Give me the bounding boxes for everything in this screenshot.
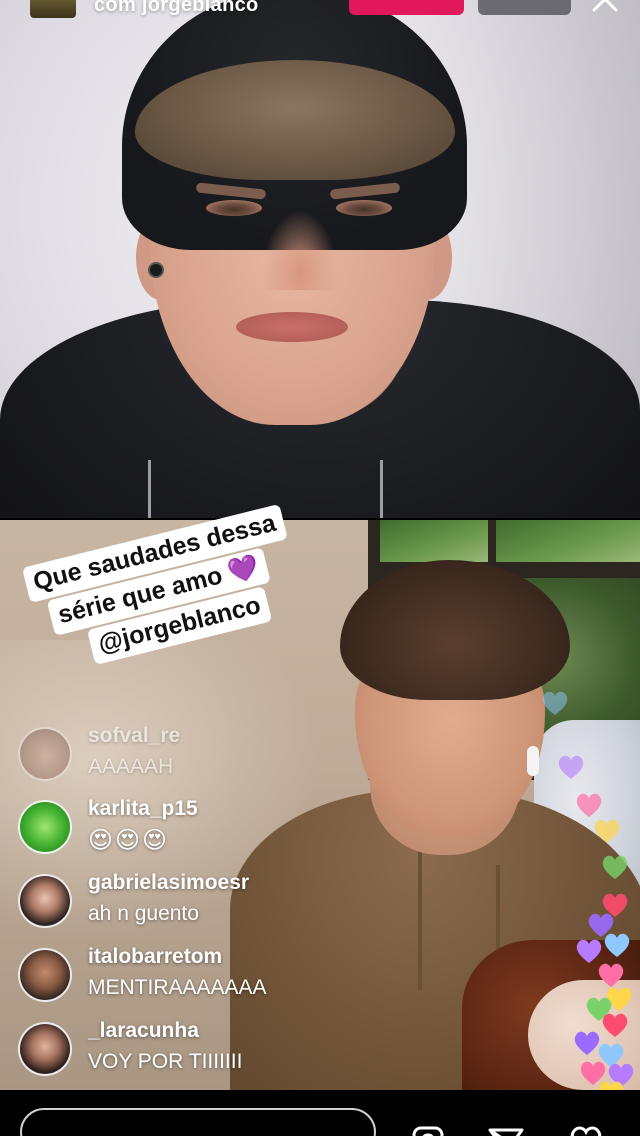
bottom-bar [0,1090,640,1136]
floating-heart-icon [558,755,584,779]
guest-video: com jorgeblanco [0,0,640,518]
comment-input[interactable] [20,1108,376,1136]
close-icon[interactable] [588,0,622,14]
avatar[interactable] [18,800,72,854]
list-item[interactable]: sofval_re AAAAAH [18,724,438,784]
window-pane [380,520,488,562]
mouth [236,312,348,342]
live-badge [349,0,464,15]
list-item[interactable]: _laracunha VOY POR TIIIIIII [18,1019,438,1079]
list-item[interactable]: gabrielasimoesr ah n guento [18,871,438,931]
comment-text: VOY POR TIIIIIII [88,1050,243,1073]
floating-heart-icon [604,933,630,957]
earbud [527,746,539,776]
comment-text: AAAAAH [88,755,174,778]
live-with-username[interactable]: com jorgeblanco [94,0,259,17]
comment-username[interactable]: karlita_p15 [88,797,198,821]
heart-icon[interactable] [566,1122,606,1136]
comment-text: MENTIRAAAAAAA [88,976,267,999]
viewer-count-badge[interactable] [478,0,571,15]
window-pane [496,520,640,562]
nose [262,210,338,290]
paper-plane-icon[interactable] [486,1122,526,1136]
hoodie-drawstring [380,460,383,518]
comment-username[interactable]: _laracunha [88,1019,199,1043]
avatar[interactable] [18,727,72,781]
list-item[interactable]: karlita_p15 😍😍😍 [18,797,438,857]
avatar[interactable] [18,948,72,1002]
floating-heart-icon [602,855,628,879]
comment-text: 😍😍😍 [88,827,170,854]
avatar[interactable] [18,874,72,928]
floating-heart-icon [594,819,620,843]
eye [206,200,262,216]
floating-heart-icon [542,691,568,715]
comment-text: ah n guento [88,902,199,925]
eye [336,200,392,216]
comment-username[interactable]: sofval_re [88,724,180,748]
comment-username[interactable]: gabrielasimoesr [88,871,249,895]
host-avatar[interactable] [30,0,76,18]
ear-gauge [148,262,164,278]
avatar[interactable] [18,1022,72,1076]
floating-heart-icon [576,793,602,817]
camera-icon[interactable] [408,1122,448,1136]
floating-heart-icon [602,1013,628,1037]
list-item[interactable]: italobarretom MENTIRAAAAAAA [18,945,438,1005]
comment-username[interactable]: italobarretom [88,945,222,969]
hoodie-drawstring [148,460,151,518]
